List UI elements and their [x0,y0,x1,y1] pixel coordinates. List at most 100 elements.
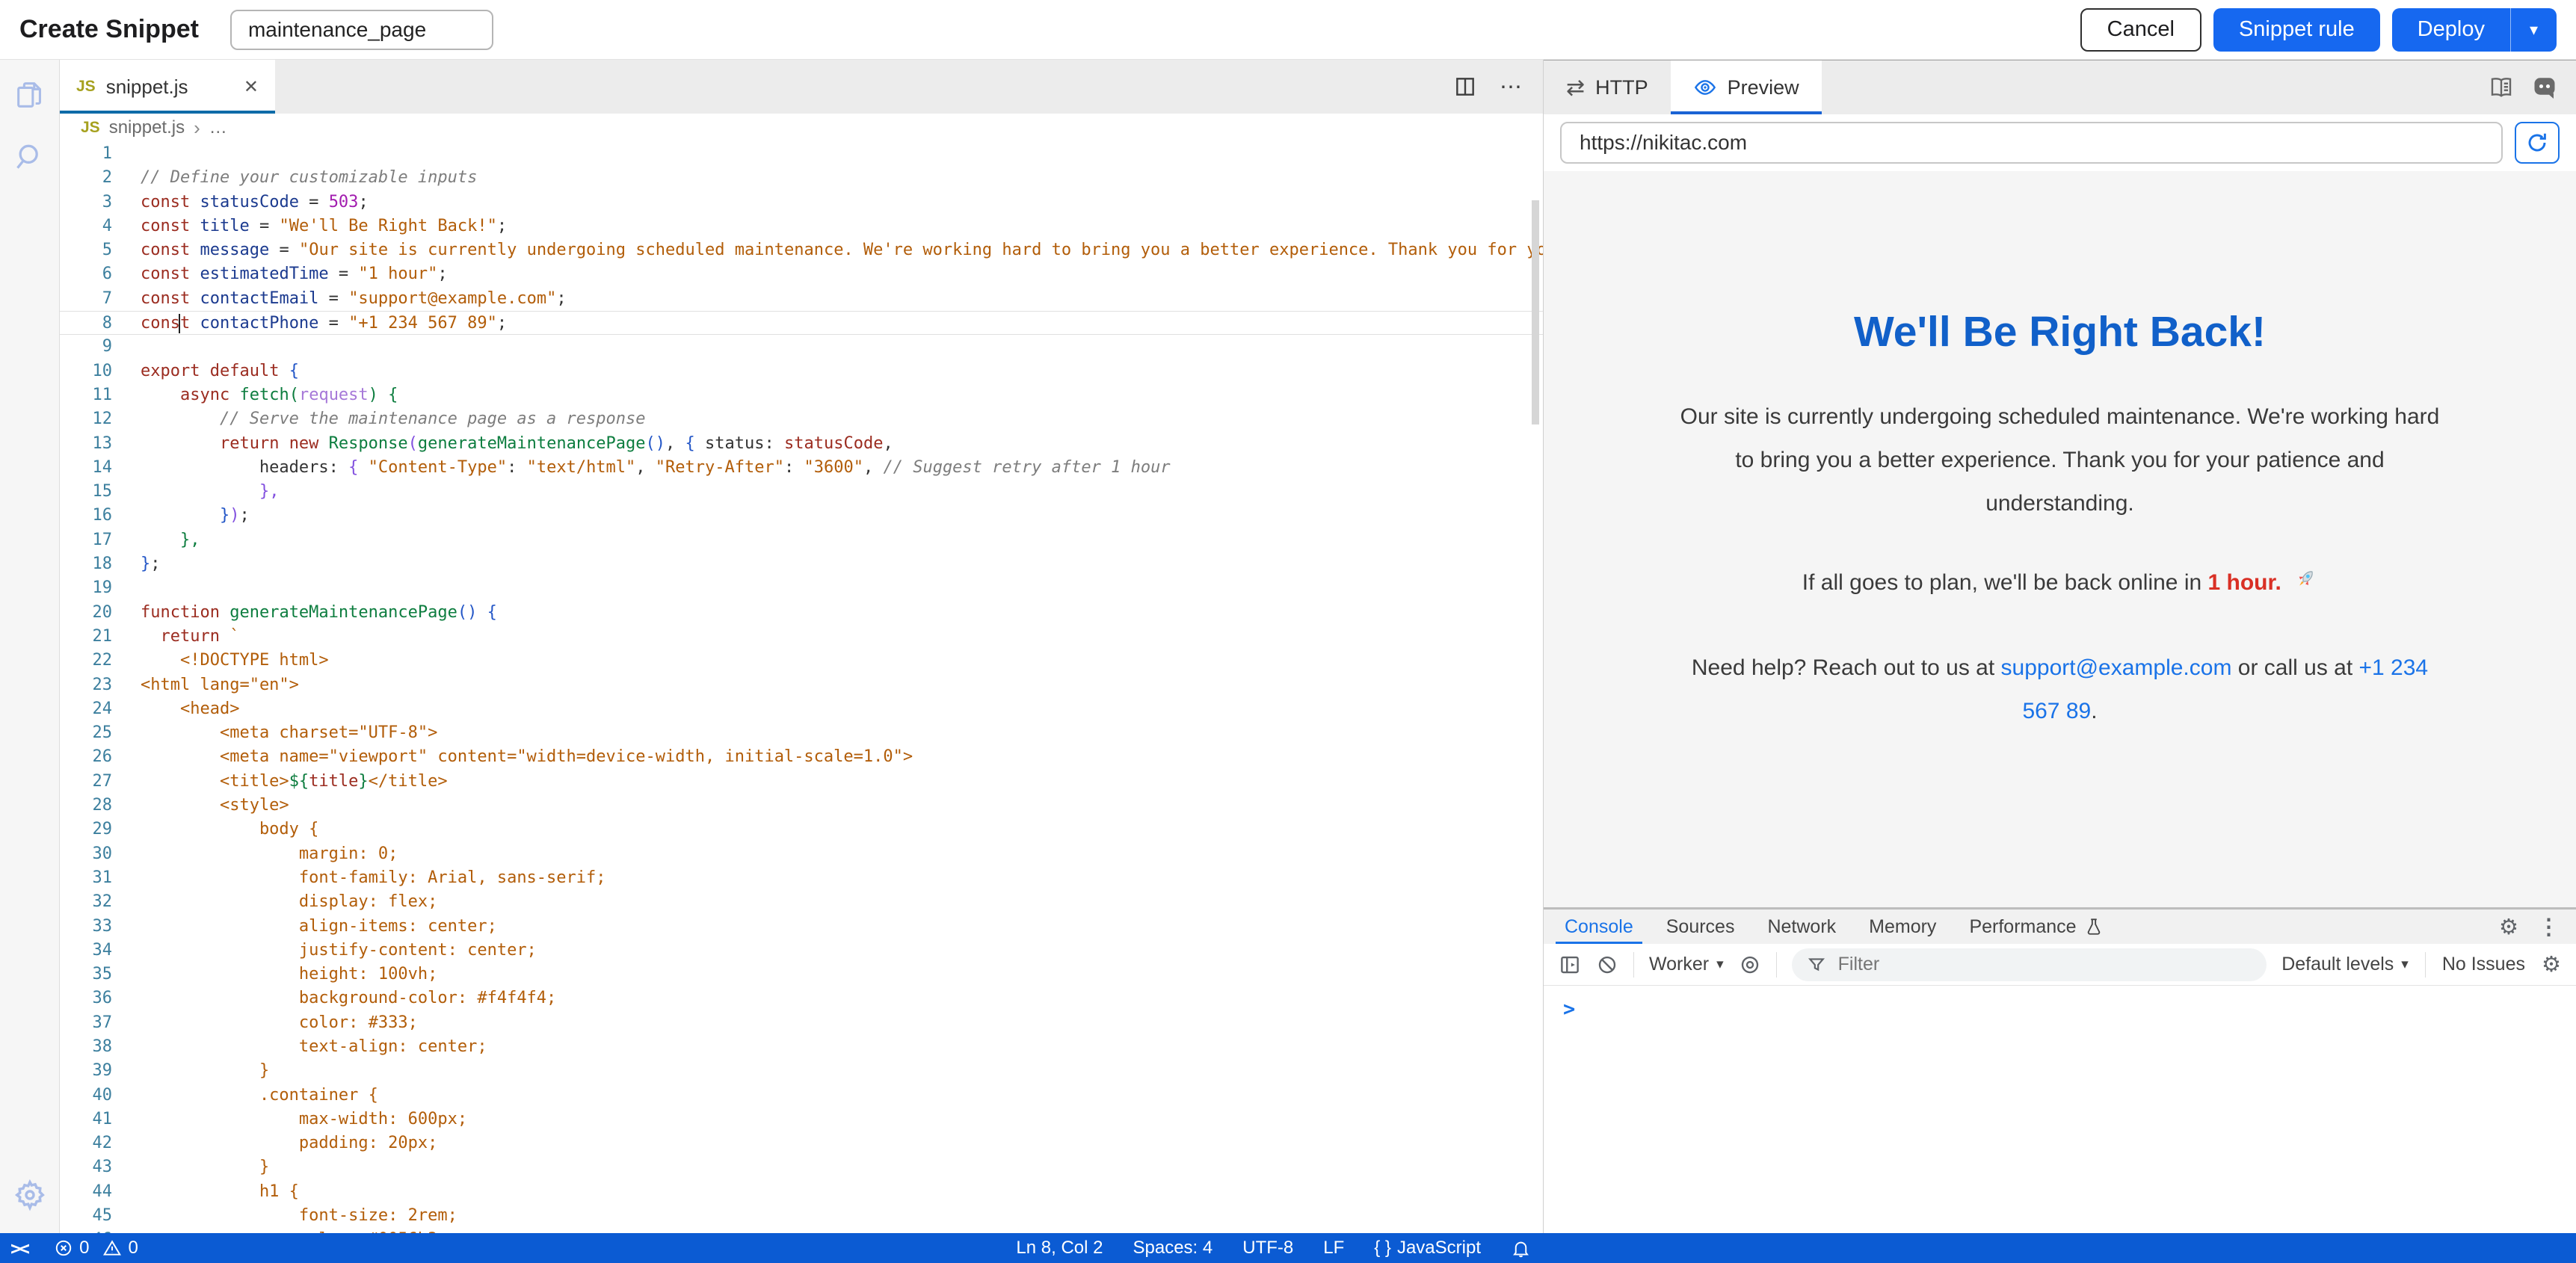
preview-url-row [1544,114,2576,171]
eol-sequence[interactable]: LF [1323,1238,1344,1259]
chevron-down-icon: ▾ [2530,20,2538,40]
chevron-down-icon: ▾ [2401,956,2409,973]
code-editor-pane: JS snippet.js ✕ ⋯ JS snippet.js › … 12/ [60,60,1544,1233]
maintenance-eta: If all goes to plan, we'll be back onlin… [1671,561,2449,605]
breadcrumb-more: … [209,117,227,138]
discord-chat-icon[interactable] [2531,74,2558,101]
context-selector[interactable]: Worker ▾ [1649,954,1724,975]
kebab-menu-icon[interactable]: ⋮ [2538,914,2560,940]
indentation[interactable]: Spaces: 4 [1133,1238,1213,1259]
tab-console[interactable]: Console [1548,910,1650,944]
tab-http[interactable]: ⇄ HTTP [1544,61,1671,114]
tab-sources[interactable]: Sources [1650,910,1751,944]
files-icon[interactable] [13,78,47,112]
status-right: Ln 8, Col 2 Spaces: 4 UTF-8 LF { } JavaSc… [1016,1238,1531,1259]
error-count: 0 [79,1238,89,1259]
tab-console-label: Console [1565,916,1633,938]
console-settings-icon[interactable]: ⚙ [2542,951,2561,978]
language-label: JavaScript [1397,1238,1481,1259]
rocket-icon [2292,567,2317,593]
docs-book-icon[interactable] [2488,74,2515,101]
warning-count: 0 [128,1238,138,1259]
preview-panel-icons [2488,61,2576,114]
log-levels-selector[interactable]: Default levels ▾ [2281,954,2409,975]
deploy-button[interactable]: Deploy [2392,8,2510,52]
tab-sources-label: Sources [1666,916,1735,938]
context-label: Worker [1649,954,1709,975]
status-left: >< 0 0 [0,1238,146,1259]
preview-tabstrip: ⇄ HTTP Preview [1544,61,2576,114]
tab-network[interactable]: Network [1751,910,1852,944]
search-icon[interactable] [13,140,46,173]
editor-actions: ⋯ [1453,60,1543,114]
devtools-tabs: Console Sources Network Memory Performan… [1544,910,2576,944]
console-toolbar: Worker ▾ Default level [1544,944,2576,986]
language-mode[interactable]: { } JavaScript [1374,1238,1481,1259]
filter-input[interactable] [1837,953,2252,976]
live-expression-icon[interactable] [1739,954,1761,976]
cancel-button[interactable]: Cancel [2080,8,2201,52]
status-bar: >< 0 0 Ln 8, Col 2 Spaces: 4 UTF-8 LF { … [0,1233,2576,1263]
refresh-icon [2525,131,2549,155]
preview-viewport: We'll Be Right Back! Our site is current… [1544,171,2576,907]
tab-preview[interactable]: Preview [1671,61,1822,114]
gear-icon[interactable] [13,1178,47,1212]
maintenance-help: Need help? Reach out to us at support@ex… [1671,646,2449,733]
refresh-button[interactable] [2515,122,2560,164]
bell-icon[interactable] [1511,1238,1531,1259]
toolbar-separator [1776,952,1777,978]
split-editor-icon[interactable] [1453,75,1477,99]
toolbar-separator [1633,952,1634,978]
tab-memory[interactable]: Memory [1852,910,1953,944]
braces-icon: { } [1374,1238,1391,1259]
close-icon[interactable]: ✕ [244,76,259,98]
chevron-right-icon: › [194,117,200,140]
cursor-position[interactable]: Ln 8, Col 2 [1016,1238,1103,1259]
breadcrumb-file: snippet.js [109,117,185,138]
help-mid: or call us at [2231,655,2358,680]
tab-performance[interactable]: Performance [1953,910,2119,944]
tab-snippet-js[interactable]: JS snippet.js ✕ [60,60,275,114]
deploy-button-group: Deploy ▾ [2392,8,2557,52]
console-sidebar-icon[interactable] [1559,954,1581,976]
tab-label: snippet.js [106,75,188,99]
errors-warnings[interactable]: 0 0 [54,1238,138,1259]
error-icon [54,1238,73,1258]
levels-label: Default levels [2281,954,2394,975]
tab-network-label: Network [1767,916,1836,938]
clear-console-icon[interactable] [1596,954,1618,976]
code-lines: 12// Define your customizable inputs3con… [60,142,1543,1233]
help-prefix: Need help? Reach out to us at [1692,655,2001,680]
encoding[interactable]: UTF-8 [1242,1238,1293,1259]
url-input[interactable] [1560,122,2503,164]
editor-tabstrip: JS snippet.js ✕ ⋯ [60,60,1543,114]
top-header: Create Snippet Cancel Snippet rule Deplo… [0,0,2576,60]
console-filter[interactable] [1792,948,2267,981]
remote-indicator-icon[interactable]: >< [10,1238,27,1259]
breadcrumb[interactable]: JS snippet.js › … [60,114,1543,142]
preview-panel: ⇄ HTTP Preview [1544,60,2576,1233]
beaker-icon [2084,917,2104,936]
issues-counter[interactable]: No Issues [2442,954,2525,975]
javascript-file-icon: JS [81,119,100,137]
maintenance-heading: We'll Be Right Back! [1671,307,2449,356]
code-editor[interactable]: 12// Define your customizable inputs3con… [60,142,1543,1233]
snippet-name-input[interactable] [230,10,493,50]
activity-bar [0,60,60,1233]
tab-performance-label: Performance [1969,916,2076,938]
email-link[interactable]: support@example.com [2001,655,2232,680]
eta-value: 1 hour. [2208,570,2281,595]
devtools-tabs-actions: ⚙ ⋮ [2499,910,2576,944]
page-title: Create Snippet [19,15,199,44]
eta-prefix: If all goes to plan, we'll be back onlin… [1802,570,2208,595]
funnel-icon [1807,955,1826,975]
main-area: JS snippet.js ✕ ⋯ JS snippet.js › … 12/ [0,60,2576,1233]
console-body[interactable]: > [1544,986,2576,1233]
settings-gear-icon[interactable]: ⚙ [2499,914,2518,940]
tab-http-label: HTTP [1595,76,1648,99]
snippet-rule-button[interactable]: Snippet rule [2213,8,2380,52]
more-actions-icon[interactable]: ⋯ [1500,74,1523,100]
deploy-dropdown-button[interactable]: ▾ [2510,8,2557,52]
chevron-down-icon: ▾ [1716,956,1724,973]
editor-scrollbar[interactable] [1532,200,1539,424]
